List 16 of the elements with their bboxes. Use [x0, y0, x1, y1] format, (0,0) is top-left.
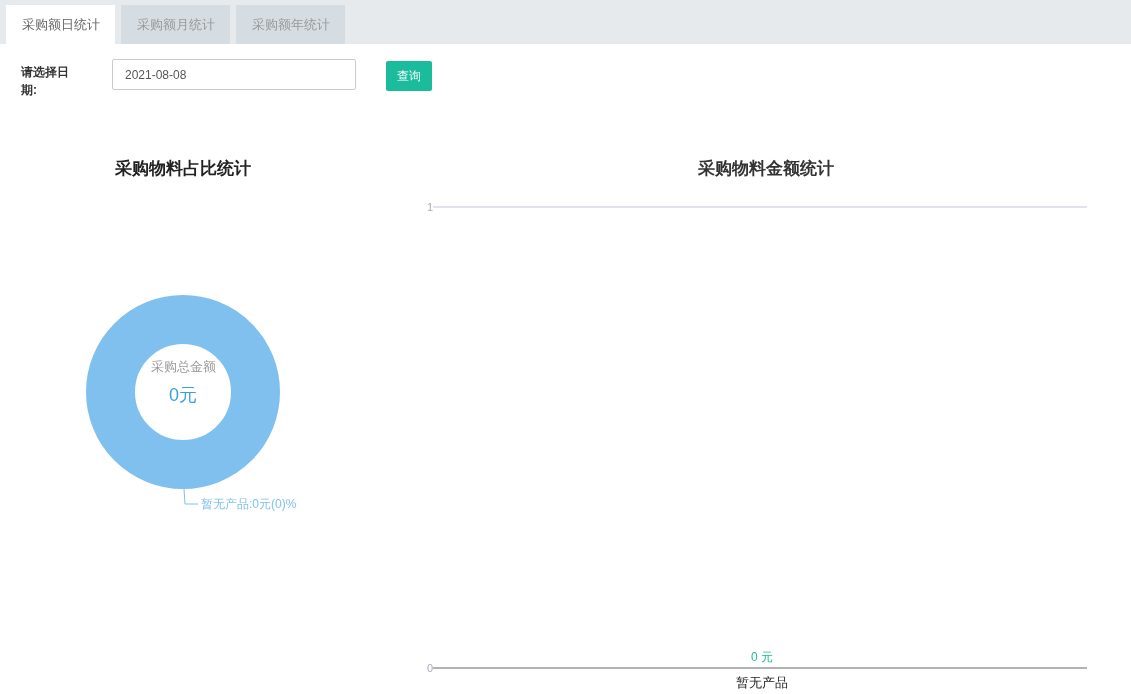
axis-tick-label: 0: [426, 662, 433, 674]
chart-title: 采购物料占比统计: [115, 158, 251, 180]
leader-line: [183, 489, 198, 506]
date-label: 请选择日期:: [21, 64, 70, 99]
center-caption: 采购总金额: [150, 357, 216, 376]
tab[interactable]: 采购额日统计: [6, 5, 115, 44]
date-field[interactable]: 2021-08-08: [112, 59, 356, 90]
center-value: 0元: [169, 384, 197, 408]
tab[interactable]: 采购额年统计: [236, 5, 345, 44]
slice-label: 暂无产品:0元(0)%: [201, 496, 297, 512]
chart-title: 采购物料金额统计: [697, 158, 834, 180]
query-button[interactable]: 查询: [386, 61, 432, 91]
tab[interactable]: 采购额月统计: [121, 5, 230, 44]
axis-tick-label: 1: [426, 201, 433, 213]
category-label: 暂无产品: [736, 675, 788, 690]
value-label: 0 元: [751, 650, 773, 664]
